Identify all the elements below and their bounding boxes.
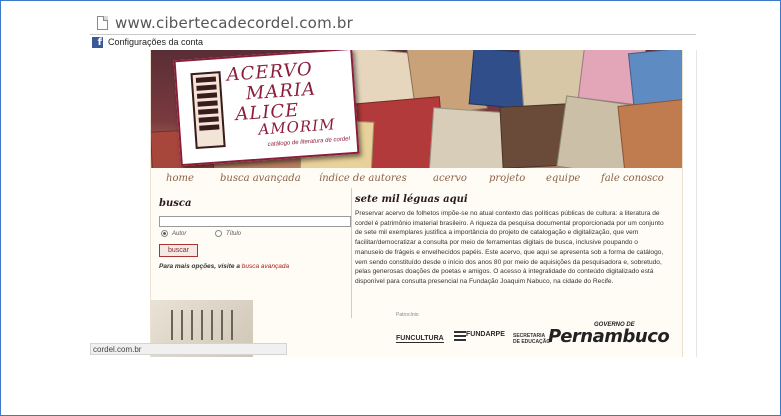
address-bar[interactable]: www.cibertecadecordel.com.br — [90, 12, 696, 35]
intro-title: sete mil léguas aqui — [355, 194, 468, 205]
url-text[interactable]: www.cibertecadecordel.com.br — [115, 14, 353, 32]
nav-busca-avancada[interactable]: busca avançada — [220, 173, 301, 184]
radio-titulo-label: Título — [226, 231, 242, 238]
funcultura-logo: FUNCULTURA — [396, 335, 444, 343]
intro-body: Preservar acervo de folhetos impõe-se no… — [355, 210, 664, 285]
section-divider — [351, 188, 352, 318]
advanced-search-hint: Para mais opções, visite a busca avançad… — [159, 263, 289, 270]
radio-selected-icon — [161, 230, 168, 237]
facebook-icon: f — [92, 37, 103, 48]
radio-empty-icon — [215, 230, 222, 237]
search-title: busca — [159, 198, 192, 209]
radio-autor-label: Autor — [172, 231, 187, 238]
advanced-hint-prefix: Para mais opções, visite a — [159, 263, 240, 270]
main-nav: home busca avançada índice de autores ac… — [151, 170, 682, 188]
search-button[interactable]: buscar — [159, 244, 198, 257]
bookmark-account-settings[interactable]: Configurações da conta — [108, 37, 203, 47]
secretaria-line-2: DE EDUCAÇÃO — [513, 339, 551, 345]
radio-titulo[interactable]: Título — [215, 230, 241, 237]
site-container: ACERVO MARIA ALICE AMORIM catálogo de li… — [150, 50, 683, 357]
cordel-stack-icon — [190, 71, 226, 150]
sponsors-bar: Patrocínio FUNCULTURA FUNDARPE SECRETARI… — [396, 308, 676, 353]
sponsors-label: Patrocínio — [396, 312, 419, 318]
nav-projeto[interactable]: projeto — [489, 173, 525, 184]
fundarpe-logo: FUNDARPE — [466, 331, 505, 338]
advanced-search-link[interactable]: busca avançada — [242, 263, 289, 270]
nav-home[interactable]: home — [166, 173, 194, 184]
nav-indice-de-autores[interactable]: índice de autores — [319, 173, 407, 184]
logo-line-4: AMORIM — [257, 115, 337, 139]
radio-autor[interactable]: Autor — [161, 230, 186, 237]
pernambuco-logo: Pernambuco — [548, 326, 670, 347]
nav-fale-conosco[interactable]: fale conosco — [601, 173, 664, 184]
nav-equipe[interactable]: equipe — [546, 173, 580, 184]
logo-subtitle: catálogo de literatura de cordel — [267, 136, 351, 149]
page-icon — [97, 16, 108, 30]
header-banner: ACERVO MARIA ALICE AMORIM catálogo de li… — [151, 50, 682, 168]
fundarpe-icon — [454, 331, 466, 343]
site-logo[interactable]: ACERVO MARIA ALICE AMORIM catálogo de li… — [173, 50, 360, 167]
nav-acervo[interactable]: acervo — [433, 173, 467, 184]
bookmarks-bar: f Configurações da conta — [90, 36, 696, 50]
status-bar: cordel.com.br — [90, 343, 287, 355]
page-viewport: ACERVO MARIA ALICE AMORIM catálogo de li… — [90, 50, 697, 357]
search-input[interactable] — [159, 216, 351, 227]
secretaria-logo: SECRETARIA DE EDUCAÇÃO — [513, 333, 550, 345]
